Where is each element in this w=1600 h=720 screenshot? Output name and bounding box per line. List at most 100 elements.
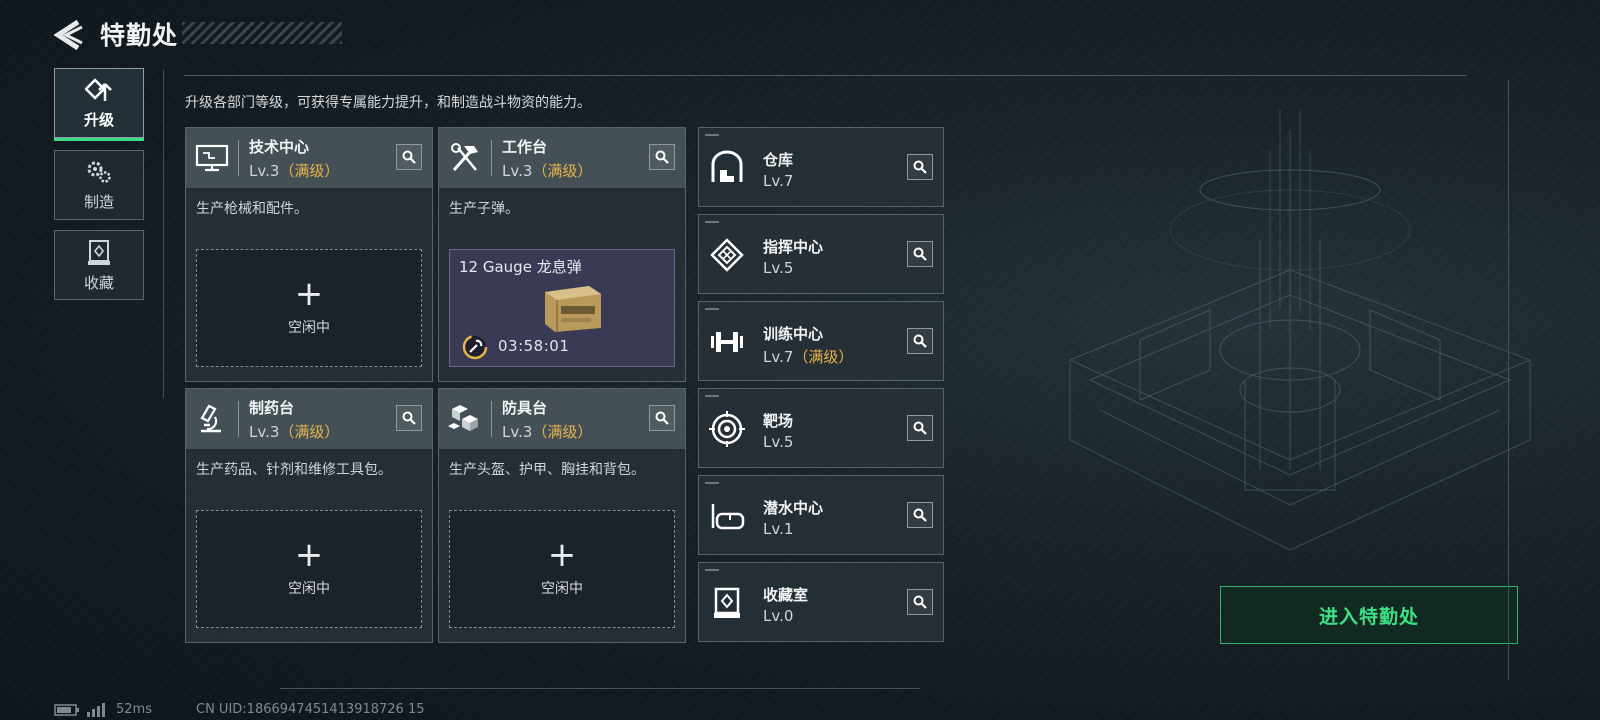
tab-collection[interactable]: 收藏: [54, 230, 144, 300]
dept-description: 生产药品、针剂和维修工具包。: [196, 462, 392, 478]
title-decoration: [182, 22, 342, 44]
details-button[interactable]: [396, 144, 422, 170]
ping-value: 52ms: [116, 702, 152, 717]
dept-level: Lv.3: [502, 161, 533, 180]
user-uid: CN UID:1866947451413918726 15: [196, 702, 425, 717]
production-time-left: 03:58:01: [498, 337, 570, 355]
dept-description: 生产子弹。: [449, 201, 519, 217]
tab-craft[interactable]: 制造: [54, 150, 144, 220]
tab-craft-label: 制造: [83, 192, 114, 211]
back-arrow-icon[interactable]: [52, 18, 84, 52]
battery-icon: [54, 703, 79, 716]
dept-card-armor-bench[interactable]: 防具台 Lv.3（满级） 生产头盔、护甲、胸挂和背包。 + 空闲中: [438, 388, 686, 643]
details-button[interactable]: [649, 144, 675, 170]
collection-icon: [88, 239, 110, 265]
dept-name: 收藏室: [763, 586, 809, 604]
monitor-icon: [195, 144, 229, 172]
details-button[interactable]: [907, 415, 933, 441]
signal-icon: [87, 702, 105, 717]
details-button[interactable]: [907, 589, 933, 615]
page-description: 升级各部门等级，可获得专属能力提升，和制造战斗物资的能力。: [185, 95, 591, 111]
dept-item-shooting-range[interactable]: 靶场 Lv.5: [698, 388, 944, 468]
add-icon: +: [294, 274, 324, 314]
magnifier-icon: [913, 595, 927, 609]
dept-item-collection-room[interactable]: 收藏室 Lv.0: [698, 562, 944, 642]
production-slot-idle[interactable]: + 空闲中: [196, 249, 422, 367]
magnifier-icon: [913, 247, 927, 261]
upgrade-icon: [85, 77, 112, 101]
timer-wrench-icon: [462, 334, 488, 360]
add-icon: +: [294, 535, 324, 575]
details-button[interactable]: [396, 405, 422, 431]
facility-illustration: [1068, 110, 1532, 551]
magnifier-icon: [402, 411, 416, 425]
dept-name: 技术中心: [249, 137, 310, 156]
dept-level: Lv.3: [249, 422, 280, 441]
dept-name: 仓库: [763, 151, 794, 169]
sidebar-divider: [163, 70, 164, 398]
dept-item-diving-center[interactable]: 潜水中心 Lv.1: [698, 475, 944, 555]
enter-special-ops-button[interactable]: 进入特勤处: [1220, 586, 1518, 644]
status-bar: 52ms: [54, 702, 152, 717]
dept-name: 制药台: [249, 398, 295, 417]
tab-upgrade-label: 升级: [83, 110, 114, 129]
dept-level: Lv.7: [763, 172, 794, 190]
add-icon: +: [547, 535, 577, 575]
dept-name: 训练中心: [763, 325, 824, 343]
magnifier-icon: [913, 421, 927, 435]
dumbbell-icon: [711, 332, 743, 352]
max-level-tag: （满级）: [532, 422, 593, 441]
dept-item-command-center[interactable]: 指挥中心 Lv.5: [698, 214, 944, 294]
dept-card-pharmacy[interactable]: 制药台 Lv.3（满级） 生产药品、针剂和维修工具包。 + 空闲中: [185, 388, 433, 643]
dept-name: 指挥中心: [763, 238, 824, 256]
magnifier-icon: [402, 150, 416, 164]
display-case-icon: [714, 587, 740, 618]
slot-status: 空闲中: [541, 581, 583, 597]
dept-name: 靶场: [763, 412, 794, 430]
magnifier-icon: [913, 508, 927, 522]
cubes-icon: [448, 405, 478, 431]
dept-level: Lv.1: [763, 520, 794, 538]
dept-description: 生产枪械和配件。: [196, 201, 308, 217]
ammo-box-image: [545, 286, 601, 332]
max-level-tag: （满级）: [532, 161, 593, 180]
details-button[interactable]: [907, 502, 933, 528]
dept-name: 工作台: [502, 137, 548, 156]
details-button[interactable]: [907, 328, 933, 354]
page-title: 特勤处: [100, 21, 179, 50]
magnifier-icon: [655, 411, 669, 425]
dept-level: Lv.5: [763, 433, 794, 451]
details-button[interactable]: [649, 405, 675, 431]
slot-status: 空闲中: [288, 320, 330, 336]
max-level-tag: （满级）: [279, 422, 340, 441]
production-item-name: 12 Gauge 龙息弹: [459, 258, 582, 276]
dept-level: Lv.0: [763, 607, 794, 625]
tab-upgrade[interactable]: 升级: [54, 68, 144, 141]
production-slot-idle[interactable]: + 空闲中: [449, 510, 675, 628]
dept-name: 防具台: [502, 398, 548, 417]
gears-icon: [87, 161, 111, 183]
slot-status: 空闲中: [288, 581, 330, 597]
dept-description: 生产头盔、护甲、胸挂和背包。: [449, 462, 645, 478]
dept-level: Lv.5: [763, 259, 794, 277]
chip-icon: [710, 238, 744, 272]
dept-item-training-center[interactable]: 训练中心 Lv.7（满级）: [698, 301, 944, 381]
dept-item-warehouse[interactable]: 仓库 Lv.7: [698, 127, 944, 207]
microscope-icon: [200, 404, 221, 433]
dept-card-workbench[interactable]: 工作台 Lv.3（满级） 生产子弹。 12 Gauge 龙息弹 03:58:01: [438, 127, 686, 382]
right-divider: [1508, 80, 1509, 680]
details-button[interactable]: [907, 154, 933, 180]
production-slot-active[interactable]: 12 Gauge 龙息弹 03:58:01: [449, 249, 675, 367]
production-slot-idle[interactable]: + 空闲中: [196, 510, 422, 628]
enter-button-label: 进入特勤处: [1318, 605, 1419, 628]
dept-card-tech-center[interactable]: 技术中心 Lv.3（满级） 生产枪械和配件。 + 空闲中: [185, 127, 433, 382]
magnifier-icon: [913, 160, 927, 174]
bottom-divider: [280, 688, 920, 689]
dept-level: Lv.7: [763, 348, 794, 366]
header-divider: [184, 75, 1466, 76]
dept-level: Lv.3: [249, 161, 280, 180]
details-button[interactable]: [907, 241, 933, 267]
max-level-tag: （满级）: [793, 348, 854, 366]
warehouse-icon: [711, 150, 743, 182]
tools-icon: [451, 143, 478, 171]
